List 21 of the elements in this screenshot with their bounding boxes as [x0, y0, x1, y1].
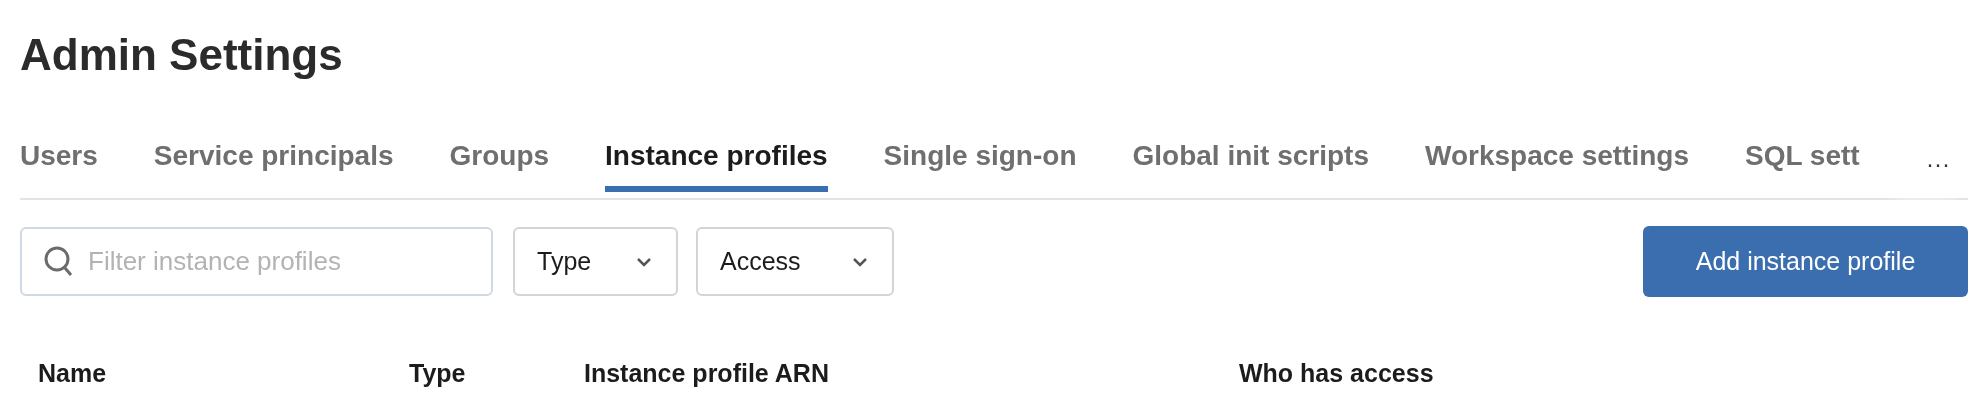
chevron-down-icon — [852, 256, 868, 267]
column-header: Instance profile ARN — [584, 358, 830, 389]
chevron-down-icon — [636, 256, 652, 267]
tab[interactable]: Instance profiles — [605, 138, 828, 192]
add-instance-profile-button[interactable]: Add instance profile — [1643, 226, 1968, 297]
tab[interactable]: Service principals — [153, 138, 394, 192]
filter-dropdown[interactable]: Access — [696, 227, 894, 296]
more-tabs-button[interactable]: ··· — [1926, 152, 1950, 182]
tab[interactable]: Groups — [449, 138, 550, 192]
search-icon — [44, 246, 74, 278]
page-title: Admin Settings — [20, 29, 344, 81]
search-field[interactable]: Filter instance profiles — [20, 227, 493, 296]
tab[interactable]: Workspace settings — [1425, 138, 1689, 192]
column-header: Type — [409, 358, 467, 389]
tab[interactable]: SQL sett — [1745, 138, 1860, 192]
filter-dropdown[interactable]: Type — [513, 227, 678, 296]
tab[interactable]: Users — [20, 138, 98, 192]
column-header: Who has access — [1239, 358, 1435, 389]
column-header: Name — [37, 358, 108, 389]
tab[interactable]: Single sign-on — [883, 138, 1077, 192]
tab[interactable]: Global init scripts — [1132, 138, 1369, 192]
